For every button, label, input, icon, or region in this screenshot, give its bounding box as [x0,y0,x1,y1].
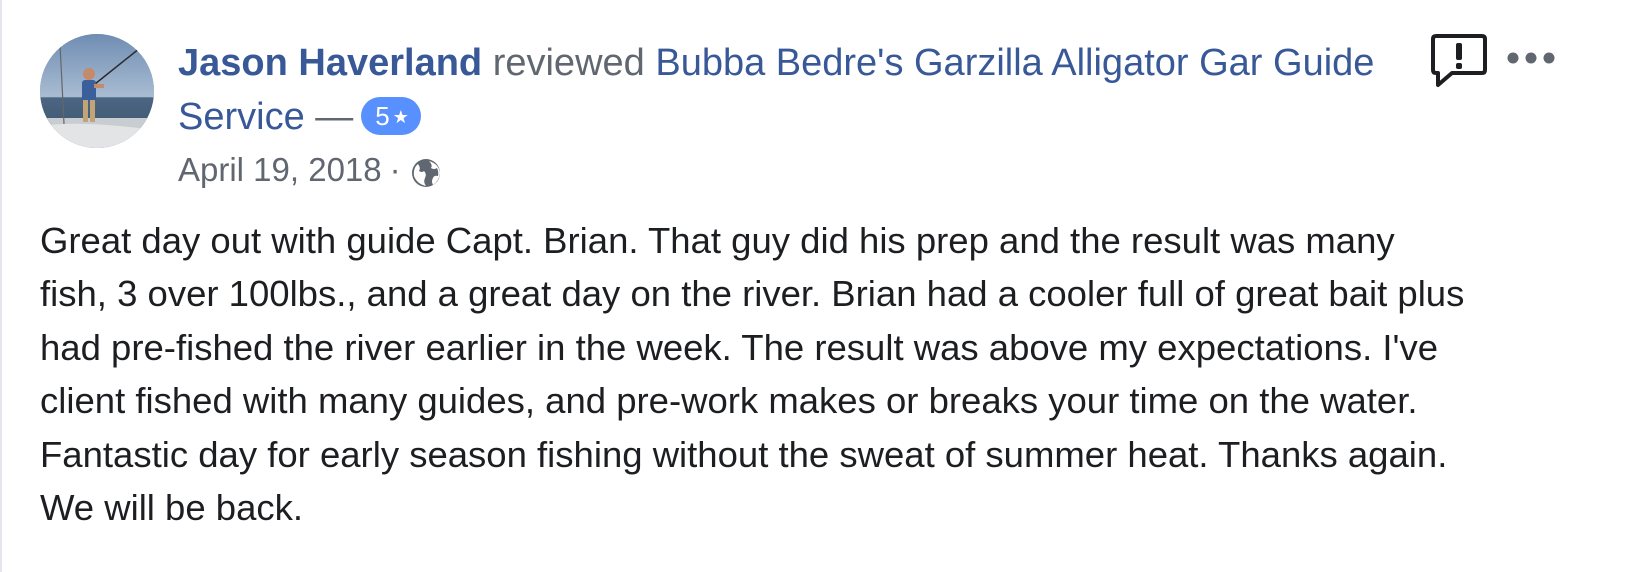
globe-icon[interactable] [409,155,443,189]
review-header: Jason Haverland reviewed Bubba Bedre's G… [178,36,1408,144]
dash-separator: — [315,96,354,138]
review-verb: reviewed [492,42,645,84]
avatar-photo [40,34,154,148]
review-card: Jason Haverland reviewed Bubba Bedre's G… [0,0,1640,572]
author-name-link[interactable]: Jason Haverland [178,42,482,84]
meta-separator: · [389,151,401,188]
more-options-icon[interactable] [1506,44,1556,72]
review-meta: April 19, 2018 · [178,146,443,194]
rating-badge: 5 ★ [361,96,421,135]
rating-value: 5 [375,100,390,131]
review-text: Great day out with guide Capt. Brian. Th… [40,220,1465,529]
review-date-link[interactable]: April 19, 2018 [178,146,382,194]
report-icon[interactable] [1430,32,1488,88]
star-icon: ★ [392,106,409,127]
avatar[interactable] [40,34,154,148]
